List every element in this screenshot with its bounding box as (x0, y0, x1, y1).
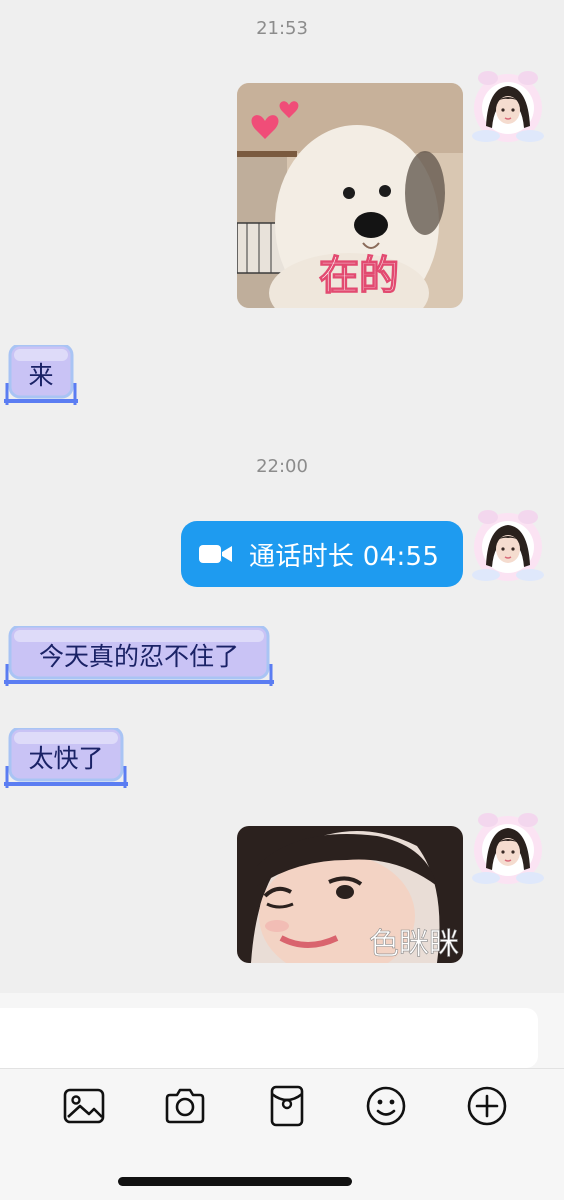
avatar[interactable] (468, 66, 548, 146)
divider (0, 1068, 564, 1069)
red-packet-icon[interactable] (265, 1084, 309, 1128)
dog-sticker[interactable]: 在的 (237, 83, 463, 308)
image-icon[interactable] (62, 1084, 106, 1128)
call-duration-text: 通话时长 04:55 (249, 541, 440, 572)
plus-circle-icon[interactable] (465, 1084, 509, 1128)
sticker-caption: 在的 (319, 253, 399, 299)
avatar[interactable] (468, 808, 548, 888)
girl-sticker[interactable]: 色眯眯 (237, 826, 463, 963)
home-indicator[interactable] (118, 1177, 352, 1186)
received-message-text: 来 (28, 361, 54, 390)
avatar[interactable] (468, 505, 548, 585)
received-message[interactable]: 今天真的忍不住了 (4, 626, 274, 688)
received-message[interactable]: 来 (4, 345, 78, 407)
received-message-text: 太快了 (28, 744, 104, 773)
received-message-text: 今天真的忍不住了 (38, 642, 239, 671)
timestamp: 21:53 (256, 18, 308, 39)
sticker-caption: 色眯眯 (369, 927, 459, 962)
video-camera-icon (199, 545, 232, 563)
camera-icon[interactable] (163, 1084, 207, 1128)
emoji-icon[interactable] (364, 1084, 408, 1128)
message-input[interactable] (0, 1008, 538, 1068)
timestamp: 22:00 (256, 456, 308, 477)
received-message[interactable]: 太快了 (4, 728, 128, 790)
call-record-bubble[interactable]: 通话时长 04:55 (181, 521, 463, 587)
